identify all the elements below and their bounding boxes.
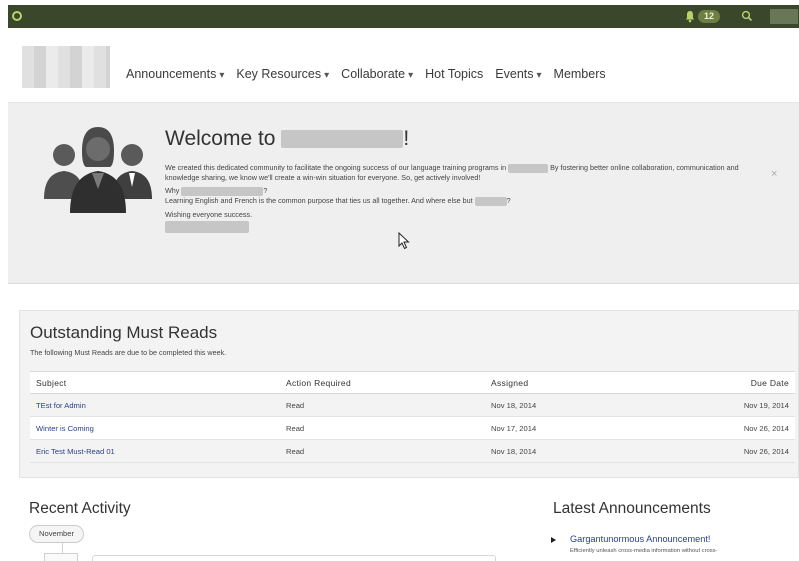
must-read-link[interactable]: Eric Test Must-Read 01 <box>36 447 115 456</box>
assigned-cell: Nov 18, 2014 <box>485 439 645 463</box>
must-reads-table: Subject Action Required Assigned Due Dat… <box>30 371 795 463</box>
column-due-date[interactable]: Due Date <box>645 371 795 394</box>
redacted-text <box>181 186 264 196</box>
redacted-text <box>474 196 507 206</box>
table-header-row: Subject Action Required Assigned Due Dat… <box>30 371 795 394</box>
chevron-down-icon: ▾ <box>324 70 330 81</box>
recent-activity-title: Recent Activity <box>29 500 131 517</box>
must-read-link[interactable]: Winter is Coming <box>36 424 94 433</box>
main-nav: Announcements ▾ Key Resources ▾ Collaborat… <box>126 67 618 81</box>
chevron-down-icon: ▾ <box>219 70 225 81</box>
notification-count-badge[interactable]: 12 <box>698 10 720 23</box>
purpose-line: Learning English and French is the commo… <box>165 196 511 206</box>
site-header: Announcements ▾ Key Resources ▾ Collaborat… <box>8 28 799 103</box>
welcome-banner: Welcome to ! We created this dedicated c… <box>8 103 799 284</box>
table-row: Eric Test Must-Read 01 Read Nov 18, 2014… <box>30 439 795 463</box>
search-icon[interactable] <box>741 10 753 22</box>
table-row: Winter is Coming Read Nov 17, 2014 Nov 2… <box>30 416 795 440</box>
action-cell: Read <box>280 416 485 440</box>
announcement-link[interactable]: Gargantunormous Announcement! <box>570 534 710 544</box>
community-people-icon <box>44 127 152 213</box>
column-subject[interactable]: Subject <box>30 371 280 394</box>
top-bar: 12 <box>8 5 799 28</box>
chevron-down-icon: ▾ <box>408 70 414 81</box>
bell-icon[interactable] <box>683 9 697 23</box>
subject-cell: Eric Test Must-Read 01 <box>30 439 280 463</box>
activity-card[interactable] <box>92 555 496 561</box>
user-menu-avatar[interactable] <box>770 9 798 24</box>
action-cell: Read <box>280 439 485 463</box>
nav-members[interactable]: Members <box>554 67 606 81</box>
must-reads-subtitle: The following Must Reads are due to be c… <box>30 348 227 357</box>
assigned-cell: Nov 17, 2014 <box>485 416 645 440</box>
action-cell: Read <box>280 393 485 417</box>
why-line: Why ? <box>165 186 268 196</box>
due-date-cell: Nov 26, 2014 <box>645 439 795 463</box>
welcome-paragraph: We created this dedicated community to f… <box>165 163 739 182</box>
mouse-cursor-icon <box>398 232 410 250</box>
close-banner-button[interactable]: × <box>771 168 777 180</box>
community-logo[interactable] <box>22 46 110 88</box>
nav-hot-topics[interactable]: Hot Topics <box>425 67 483 81</box>
triangle-bullet-icon <box>551 537 556 543</box>
table-row: TEst for Admin Read Nov 18, 2014 Nov 19,… <box>30 393 795 417</box>
redacted-community-name <box>281 130 404 149</box>
welcome-title: Welcome to ! <box>165 127 410 150</box>
assigned-cell: Nov 18, 2014 <box>485 393 645 417</box>
due-date-cell: Nov 26, 2014 <box>645 416 795 440</box>
subject-cell: Winter is Coming <box>30 416 280 440</box>
column-action-required[interactable]: Action Required <box>280 371 485 394</box>
nav-announcements[interactable]: Announcements ▾ <box>126 67 224 81</box>
nav-collaborate[interactable]: Collaborate ▾ <box>341 67 413 81</box>
chevron-down-icon: ▾ <box>536 70 542 81</box>
latest-announcements-title: Latest Announcements <box>553 500 711 517</box>
closing-line: Wishing everyone success. <box>165 210 253 219</box>
column-assigned[interactable]: Assigned <box>485 371 645 394</box>
welcome-message: We created this dedicated community to f… <box>165 163 765 233</box>
announcement-snippet: Efficiently unleash cross-media informat… <box>570 548 718 554</box>
subject-cell: TEst for Admin <box>30 393 280 417</box>
redacted-text <box>508 163 549 173</box>
must-reads-title: Outstanding Must Reads <box>30 323 218 342</box>
month-filter-pill[interactable]: November <box>29 525 85 543</box>
redacted-signature <box>165 221 249 233</box>
app-logo-icon[interactable] <box>12 11 22 21</box>
nav-key-resources[interactable]: Key Resources ▾ <box>236 67 329 81</box>
nav-events[interactable]: Events ▾ <box>495 67 541 81</box>
must-read-link[interactable]: TEst for Admin <box>36 401 86 410</box>
must-reads-panel: Outstanding Must Reads The following Mus… <box>19 310 799 478</box>
avatar[interactable] <box>44 553 78 561</box>
due-date-cell: Nov 19, 2014 <box>645 393 795 417</box>
